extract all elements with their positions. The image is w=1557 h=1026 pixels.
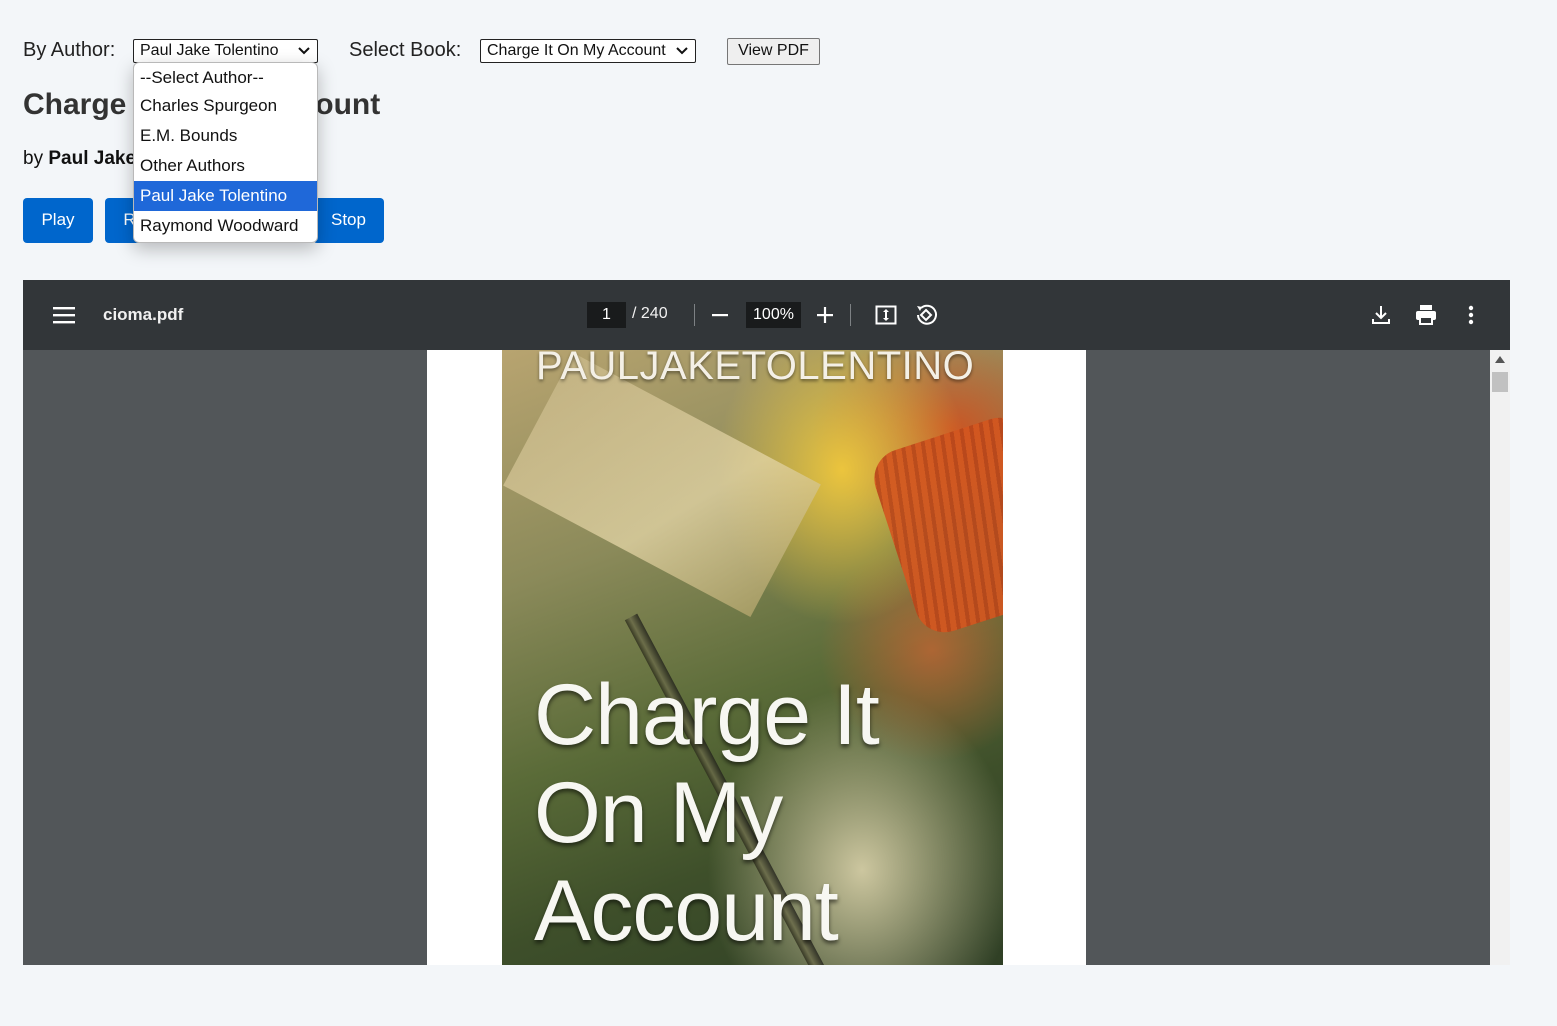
page-number-input[interactable]: 1 xyxy=(587,302,626,328)
author-option[interactable]: --Select Author-- xyxy=(134,63,317,91)
zoom-in-icon[interactable] xyxy=(813,303,837,327)
author-option[interactable]: Raymond Woodward xyxy=(134,211,317,241)
rotate-icon[interactable] xyxy=(914,303,938,327)
print-icon[interactable] xyxy=(1414,303,1438,327)
toolbar-divider xyxy=(694,304,695,326)
menu-icon[interactable] xyxy=(52,304,76,326)
toolbar-divider xyxy=(850,304,851,326)
chevron-down-icon xyxy=(676,47,688,55)
author-option[interactable]: Charles Spurgeon xyxy=(134,91,317,121)
byline-prefix: by xyxy=(23,148,44,169)
cover-card-shape xyxy=(503,353,821,617)
scrollbar-thumb[interactable] xyxy=(1492,372,1508,392)
book-select[interactable]: Charge It On My Account xyxy=(480,39,696,63)
pdf-scrollbar[interactable] xyxy=(1490,350,1510,965)
pdf-toolbar: cioma.pdf 1 / 240 100% xyxy=(23,280,1510,350)
author-option[interactable]: E.M. Bounds xyxy=(134,121,317,151)
cover-title-text: Charge It On My Account xyxy=(534,667,880,959)
play-button[interactable]: Play xyxy=(23,198,93,243)
zoom-out-icon[interactable] xyxy=(708,303,732,327)
book-cover-image: PAULJAKETOLENTINO Charge It On My Accoun… xyxy=(502,350,1003,965)
cover-sleeve-shape xyxy=(866,409,1003,641)
author-select[interactable]: Paul Jake Tolentino xyxy=(133,39,318,63)
pdf-filename: cioma.pdf xyxy=(103,305,184,324)
author-label: By Author: xyxy=(23,39,116,61)
pdf-viewer: cioma.pdf 1 / 240 100% PAULJAKETOLENTINO… xyxy=(23,280,1510,965)
fit-page-icon[interactable] xyxy=(874,303,898,327)
scroll-up-arrow-icon[interactable] xyxy=(1495,356,1505,363)
book-select-value: Charge It On My Account xyxy=(487,42,666,59)
page-total: / 240 xyxy=(632,305,668,322)
author-dropdown-list: --Select Author-- Charles Spurgeon E.M. … xyxy=(133,62,318,243)
pdf-page: PAULJAKETOLENTINO Charge It On My Accoun… xyxy=(427,350,1086,965)
download-icon[interactable] xyxy=(1369,303,1393,327)
author-select-value: Paul Jake Tolentino xyxy=(140,42,279,59)
view-pdf-button[interactable]: View PDF xyxy=(727,38,820,65)
stop-button[interactable]: Stop xyxy=(313,198,384,243)
author-option-selected[interactable]: Paul Jake Tolentino xyxy=(134,181,317,211)
chevron-down-icon xyxy=(298,47,310,55)
more-options-icon[interactable] xyxy=(1459,303,1483,327)
cover-author-text: PAULJAKETOLENTINO xyxy=(536,350,975,388)
author-option[interactable]: Other Authors xyxy=(134,151,317,181)
zoom-input[interactable]: 100% xyxy=(746,302,801,328)
book-label: Select Book: xyxy=(349,39,462,61)
